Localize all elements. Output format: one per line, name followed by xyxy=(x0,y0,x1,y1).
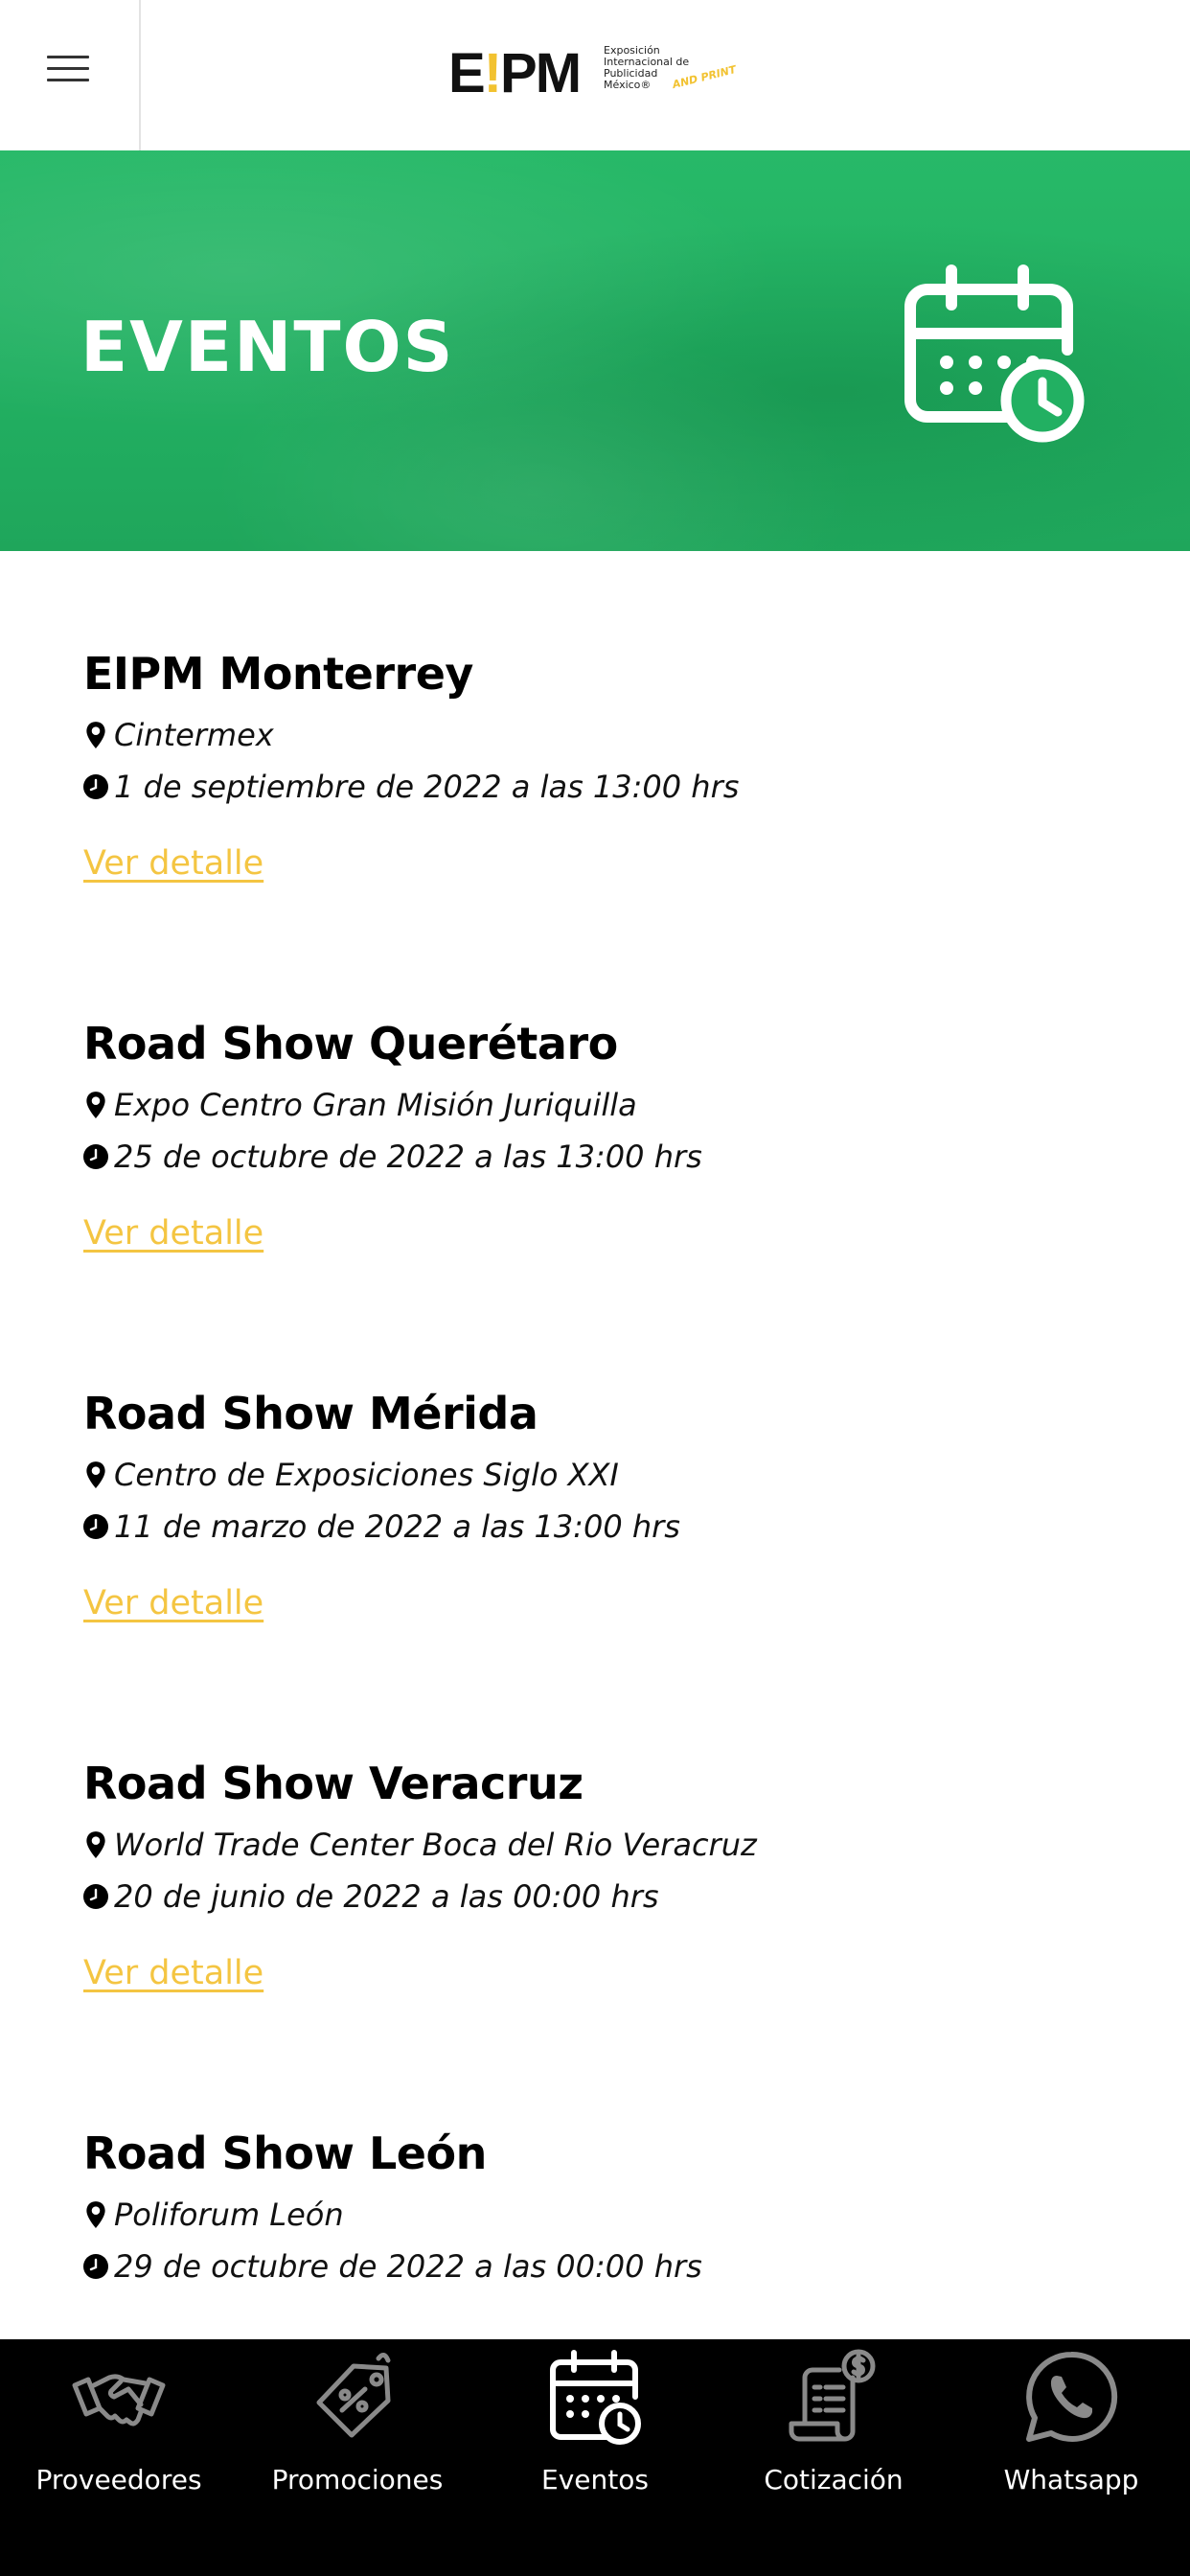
ver-detalle-link[interactable]: Ver detalle xyxy=(83,1954,263,1992)
event-title: EIPM Monterrey xyxy=(83,648,473,700)
clock-icon xyxy=(83,2254,108,2279)
calendar-clock-icon xyxy=(550,2350,641,2445)
nav-label: Eventos xyxy=(541,2464,649,2496)
event-venue: Centro de Exposiciones Siglo XXI xyxy=(114,1457,619,1493)
event-card: Road Show Querétaro Expo Centro Gran Mis… xyxy=(83,1017,1137,1253)
event-date-row: 29 de octubre de 2022 a las 00:00 hrs xyxy=(83,2247,1137,2286)
event-venue: Cintermex xyxy=(114,717,274,753)
app-header: E!PM Exposición Internacional de Publici… xyxy=(0,0,1190,151)
event-title: Road Show León xyxy=(83,2128,487,2179)
event-date-row: 1 de septiembre de 2022 a las 13:00 hrs xyxy=(83,768,1137,806)
nav-eventos[interactable]: Eventos xyxy=(476,2339,714,2576)
event-venue-row: Cintermex xyxy=(83,716,1137,754)
event-date-row: 11 de marzo de 2022 a las 13:00 hrs xyxy=(83,1507,1137,1546)
map-pin-icon xyxy=(86,722,105,748)
logo-mark: E!PM xyxy=(448,42,582,104)
map-pin-icon xyxy=(86,2201,105,2228)
menu-cell xyxy=(0,0,141,150)
event-datetime: 25 de octubre de 2022 a las 13:00 hrs xyxy=(114,1138,702,1175)
map-pin-icon xyxy=(86,1092,105,1118)
whatsapp-icon xyxy=(1026,2351,1118,2442)
event-venue-row: Expo Centro Gran Misión Juriquilla xyxy=(83,1086,1137,1124)
event-venue-row: Poliforum León xyxy=(83,2196,1137,2234)
event-card: EIPM Monterrey Cintermex 1 de septiembre… xyxy=(83,647,1137,883)
event-title: Road Show Veracruz xyxy=(83,1758,584,1809)
event-venue: Poliforum León xyxy=(114,2196,344,2233)
ver-detalle-link[interactable]: Ver detalle xyxy=(83,844,263,883)
clock-icon xyxy=(83,774,108,799)
event-title: Road Show Mérida xyxy=(83,1388,538,1439)
invoice-icon xyxy=(789,2349,876,2442)
discount-tag-icon xyxy=(316,2353,391,2438)
nav-cotizacion[interactable]: Cotización xyxy=(715,2339,952,2576)
map-pin-icon xyxy=(86,1461,105,1488)
bottom-nav: Proveedores Promociones Eventos Cotizaci… xyxy=(0,2339,1190,2576)
calendar-clock-icon xyxy=(904,264,1085,443)
nav-label: Promociones xyxy=(271,2464,444,2496)
handshake-icon xyxy=(72,2374,166,2426)
ver-detalle-link[interactable]: Ver detalle xyxy=(83,1214,263,1253)
event-venue: Expo Centro Gran Misión Juriquilla xyxy=(114,1087,637,1123)
banner-title: EVENTOS xyxy=(80,307,455,387)
event-datetime: 11 de marzo de 2022 a las 13:00 hrs xyxy=(114,1508,680,1545)
events-banner: EVENTOS xyxy=(0,150,1190,551)
event-title: Road Show Querétaro xyxy=(83,1018,618,1070)
event-card: Road Show Veracruz World Trade Center Bo… xyxy=(83,1757,1137,1992)
clock-icon xyxy=(83,1884,108,1909)
clock-icon xyxy=(83,1514,108,1539)
nav-label: Whatsapp xyxy=(1003,2464,1139,2496)
event-datetime: 29 de octubre de 2022 a las 00:00 hrs xyxy=(114,2248,702,2285)
event-datetime: 20 de junio de 2022 a las 00:00 hrs xyxy=(114,1878,659,1915)
nav-label: Proveedores xyxy=(35,2464,202,2496)
nav-promociones[interactable]: Promociones xyxy=(239,2339,476,2576)
clock-icon xyxy=(83,1144,108,1169)
nav-whatsapp[interactable]: Whatsapp xyxy=(952,2339,1190,2576)
event-venue-row: Centro de Exposiciones Siglo XXI xyxy=(83,1456,1137,1494)
nav-label: Cotización xyxy=(764,2464,904,2496)
event-date-row: 25 de octubre de 2022 a las 13:00 hrs xyxy=(83,1138,1137,1176)
ver-detalle-link[interactable]: Ver detalle xyxy=(83,1584,263,1622)
event-card: Road Show Mérida Centro de Exposiciones … xyxy=(83,1387,1137,1622)
eipm-logo[interactable]: E!PM Exposición Internacional de Publici… xyxy=(448,42,755,105)
event-date-row: 20 de junio de 2022 a las 00:00 hrs xyxy=(83,1877,1137,1916)
event-card: Road Show León Poliforum León 29 de octu… xyxy=(83,2127,1137,2286)
event-venue: World Trade Center Boca del Rio Veracruz xyxy=(114,1827,757,1863)
event-venue-row: World Trade Center Boca del Rio Veracruz xyxy=(83,1826,1137,1864)
nav-proveedores[interactable]: Proveedores xyxy=(0,2339,238,2576)
event-datetime: 1 de septiembre de 2022 a las 13:00 hrs xyxy=(114,769,740,805)
map-pin-icon xyxy=(86,1831,105,1858)
hamburger-menu-icon[interactable] xyxy=(47,56,89,82)
